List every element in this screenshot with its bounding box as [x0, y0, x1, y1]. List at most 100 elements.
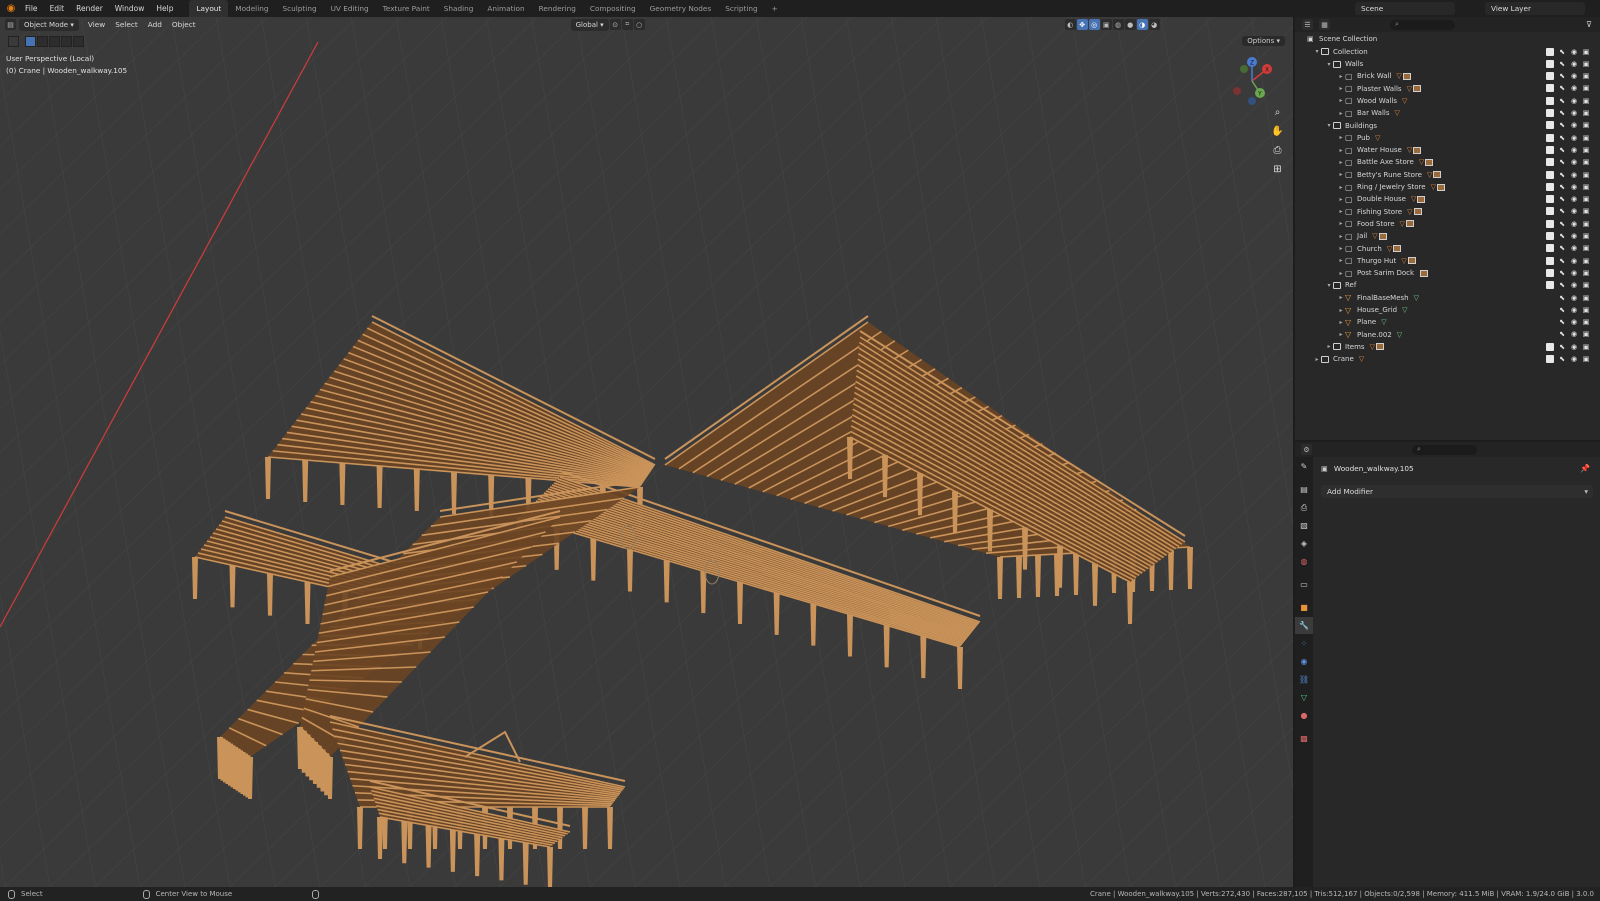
tab-geometry-nodes[interactable]: Geometry Nodes: [643, 0, 719, 17]
child-data-icon[interactable]: ▽: [1370, 343, 1384, 351]
camera-icon[interactable]: ▣: [1582, 109, 1590, 117]
scene-tab-icon[interactable]: ◈: [1295, 535, 1313, 552]
eye-icon[interactable]: ◉: [1570, 318, 1578, 326]
camera-icon[interactable]: ▣: [1582, 343, 1590, 351]
xray-icon[interactable]: ▣: [1100, 19, 1112, 30]
editor-type-icon[interactable]: ▤: [5, 19, 16, 30]
exclude-checkbox[interactable]: [1546, 355, 1554, 363]
pivot-icon[interactable]: ⊙: [609, 19, 621, 30]
camera-icon[interactable]: ▣: [1582, 207, 1590, 215]
outliner-row[interactable]: ▸ ▢ Church ▽ ⬉ ◉ ▣: [1295, 242, 1600, 255]
camera-icon[interactable]: ▣: [1582, 183, 1590, 191]
eye-icon[interactable]: ◉: [1570, 355, 1578, 363]
select-arrow-icon[interactable]: ⬉: [1558, 281, 1566, 289]
tab-sculpting[interactable]: Sculpting: [276, 0, 324, 17]
tab-texture-paint[interactable]: Texture Paint: [376, 0, 437, 17]
camera-icon[interactable]: ▣: [1582, 220, 1590, 228]
outliner-row[interactable]: ▸ ▢ Jail ▽ ⬉ ◉ ▣: [1295, 230, 1600, 243]
shading-wire-icon[interactable]: ◍: [1112, 19, 1124, 30]
tab-compositing[interactable]: Compositing: [583, 0, 643, 17]
eye-icon[interactable]: ◉: [1570, 220, 1578, 228]
outliner-row[interactable]: ▸ ▢ Bar Walls ▽ ⬉ ◉ ▣: [1295, 107, 1600, 120]
pin-icon[interactable]: 📌: [1580, 464, 1590, 473]
expand-arrow-down-icon[interactable]: ▾: [1325, 122, 1333, 129]
outliner-row[interactable]: ▸ Crane ▽ ⬉ ◉ ▣: [1295, 353, 1600, 366]
select-arrow-icon[interactable]: ⬉: [1558, 97, 1566, 105]
expand-arrow-right-icon[interactable]: ▸: [1337, 208, 1345, 215]
eye-icon[interactable]: ◉: [1570, 48, 1578, 56]
expand-arrow-right-icon[interactable]: ▸: [1337, 196, 1345, 203]
expand-arrow-right-icon[interactable]: ▸: [1337, 270, 1345, 277]
camera-icon[interactable]: ▣: [1582, 158, 1590, 166]
shading-solid-icon[interactable]: ●: [1124, 19, 1136, 30]
camera-icon[interactable]: ▣: [1582, 318, 1590, 326]
expand-arrow-right-icon[interactable]: ▸: [1337, 294, 1345, 301]
eye-icon[interactable]: ◉: [1570, 171, 1578, 179]
camera-icon[interactable]: ▣: [1582, 306, 1590, 314]
camera-icon[interactable]: ▣: [1582, 171, 1590, 179]
outliner-row[interactable]: ▸ ▽ Plane ▽ ⬉ ◉ ▣: [1295, 316, 1600, 329]
filter-icon[interactable]: ⊽: [1586, 20, 1592, 29]
viewport-menu-object[interactable]: Object: [167, 20, 201, 29]
expand-arrow-right-icon[interactable]: ▸: [1337, 184, 1345, 191]
eye-icon[interactable]: ◉: [1570, 281, 1578, 289]
outliner-row[interactable]: ▸ ▢ Battle Axe Store ▽ ⬉ ◉ ▣: [1295, 156, 1600, 169]
exclude-checkbox[interactable]: [1546, 244, 1554, 253]
camera-icon[interactable]: ▣: [1582, 294, 1590, 302]
select-arrow-icon[interactable]: ⬉: [1558, 183, 1566, 191]
outliner-row[interactable]: ▸ ▢ Food Store ▽ ⬉ ◉ ▣: [1295, 218, 1600, 231]
select-invert-icon[interactable]: [61, 36, 72, 47]
expand-arrow-right-icon[interactable]: ▸: [1337, 233, 1345, 240]
outliner-row[interactable]: ▸ ▢ Pub ▽ ⬉ ◉ ▣: [1295, 132, 1600, 145]
expand-arrow-right-icon[interactable]: ▸: [1337, 97, 1345, 104]
physics-tab-icon[interactable]: ◉: [1295, 653, 1313, 670]
child-data-icon[interactable]: ▽: [1372, 232, 1387, 240]
eye-icon[interactable]: ◉: [1570, 84, 1578, 92]
camera-icon[interactable]: ▣: [1582, 281, 1590, 289]
menu-help[interactable]: Help: [150, 0, 179, 17]
outliner-row[interactable]: ▾ Walls ⬉ ◉ ▣: [1295, 58, 1600, 71]
overlay-toggle-icon[interactable]: ◎: [1088, 19, 1100, 30]
select-arrow-icon[interactable]: ⬉: [1558, 355, 1566, 363]
expand-arrow-right-icon[interactable]: ▸: [1337, 257, 1345, 264]
tool-settings-icon[interactable]: [8, 36, 19, 47]
camera-icon[interactable]: ▣: [1582, 195, 1590, 203]
outliner-row[interactable]: ▾ Collection ⬉ ◉ ▣: [1295, 46, 1600, 59]
select-arrow-icon[interactable]: ⬉: [1558, 318, 1566, 326]
expand-arrow-down-icon[interactable]: ▾: [1325, 61, 1333, 68]
menu-window[interactable]: Window: [109, 0, 151, 17]
collection-tab-icon[interactable]: ▭: [1295, 576, 1313, 593]
tab-rendering[interactable]: Rendering: [532, 0, 583, 17]
menu-render[interactable]: Render: [70, 0, 109, 17]
child-data-icon[interactable]: ▽: [1407, 208, 1422, 216]
child-data-icon[interactable]: ▽: [1396, 72, 1411, 80]
camera-view-icon[interactable]: ⎙: [1270, 143, 1285, 158]
outliner-row[interactable]: ▾ Buildings ⬉ ◉ ▣: [1295, 119, 1600, 132]
select-arrow-icon[interactable]: ⬉: [1558, 257, 1566, 265]
navigation-gizmo[interactable]: X Y Z: [1225, 55, 1279, 107]
expand-arrow-right-icon[interactable]: ▸: [1337, 110, 1345, 117]
eye-icon[interactable]: ◉: [1570, 158, 1578, 166]
render-tab-icon[interactable]: ▤: [1295, 481, 1313, 498]
eye-icon[interactable]: ◉: [1570, 183, 1578, 191]
expand-arrow-right-icon[interactable]: ▸: [1325, 343, 1333, 350]
scene-collection-row[interactable]: ▣ Scene Collection: [1295, 33, 1600, 46]
gizmo-toggle-icon[interactable]: ✥: [1076, 19, 1088, 30]
child-data-icon[interactable]: ▽: [1375, 134, 1380, 142]
viewport-menu-view[interactable]: View: [83, 20, 110, 29]
child-data-icon[interactable]: ▽: [1407, 85, 1421, 93]
expand-arrow-right-icon[interactable]: ▸: [1337, 331, 1345, 338]
outliner-row[interactable]: ▸ ▢ Double House ▽ ⬉ ◉ ▣: [1295, 193, 1600, 206]
child-data-icon[interactable]: ▽: [1431, 183, 1445, 191]
mesh-data-icon[interactable]: ▽: [1381, 318, 1386, 326]
camera-icon[interactable]: ▣: [1582, 330, 1590, 338]
outliner-row[interactable]: ▸ ▽ House_Grid ▽ ⬉ ◉ ▣: [1295, 304, 1600, 317]
select-arrow-icon[interactable]: ⬉: [1558, 330, 1566, 338]
outliner-row[interactable]: ▸ ▢ Betty's Rune Store ▽ ⬉ ◉ ▣: [1295, 169, 1600, 182]
select-arrow-icon[interactable]: ⬉: [1558, 294, 1566, 302]
data-tab-icon[interactable]: ▽: [1295, 689, 1313, 706]
proportional-edit-icon[interactable]: ○: [633, 19, 645, 30]
expand-arrow-right-icon[interactable]: ▸: [1337, 245, 1345, 252]
gizmo-neg-x-axis[interactable]: [1233, 87, 1241, 95]
child-data-icon[interactable]: ▽: [1427, 171, 1442, 179]
